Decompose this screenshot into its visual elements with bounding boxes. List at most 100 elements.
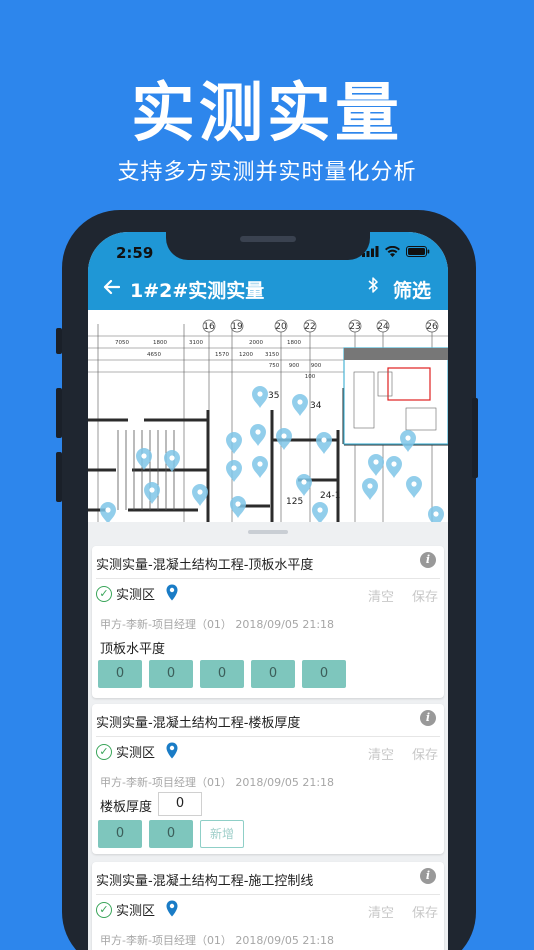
marker-dot xyxy=(433,511,439,517)
marker-dot xyxy=(105,507,111,513)
info-icon[interactable]: i xyxy=(420,552,436,568)
marker-dot xyxy=(373,459,379,465)
marker-dot xyxy=(255,429,261,435)
measure-card-3: 实测实量-混凝土结构工程-施工控制线 i ✓ 实测区 清空 保存 甲方-李新-项… xyxy=(92,862,444,950)
dimension-label: 900 xyxy=(289,363,300,369)
phone-volume-down-button xyxy=(56,452,62,502)
marker-dot xyxy=(149,487,155,493)
marker-dot xyxy=(297,399,303,405)
record-meta: 甲方-李新-项目经理（01） 2018/09/05 21:18 xyxy=(100,618,335,631)
phone-power-button xyxy=(472,398,478,478)
card-divider xyxy=(96,894,440,895)
card-divider xyxy=(96,736,440,737)
value-box[interactable]: 0 xyxy=(302,660,346,688)
dimension-label: 2000 xyxy=(249,340,263,346)
location-pin-icon xyxy=(166,584,178,601)
dimension-label: 750 xyxy=(269,363,280,369)
measure-card-1: 实测实量-混凝土结构工程-顶板水平度 i ✓ 实测区 清空 保存 甲方-李新-项… xyxy=(92,546,444,698)
axis-label: 23 xyxy=(349,322,360,332)
save-button[interactable]: 保存 xyxy=(412,586,438,605)
value-box[interactable]: 0 xyxy=(149,660,193,688)
measure-card-2: 实测实量-混凝土结构工程-楼板厚度 i ✓ 实测区 清空 保存 甲方-李新-项目… xyxy=(92,704,444,854)
dimension-label: 1800 xyxy=(153,340,167,346)
floor-plan-drawing: 16 19 20 22 23 24 26 7050 1800 3100 4650 1570 2000 1… xyxy=(88,310,448,522)
location-pin-button[interactable] xyxy=(166,742,178,763)
location-pin-icon xyxy=(166,742,178,759)
axis-label: 26 xyxy=(426,322,438,332)
zone-label: ✓ 实测区 xyxy=(96,584,155,603)
field-label: 顶板水平度 xyxy=(100,642,166,657)
value-box[interactable]: 0 xyxy=(149,820,193,848)
save-button[interactable]: 保存 xyxy=(412,902,438,921)
phone-speaker xyxy=(240,236,296,242)
marker-label: 35 xyxy=(268,391,279,401)
marker-dot xyxy=(367,483,373,489)
field-label: 楼板厚度 xyxy=(100,800,153,815)
clear-button[interactable]: 清空 xyxy=(368,586,394,605)
marker-label: 24-1 xyxy=(320,491,340,501)
hero-title: 实测实量 xyxy=(131,77,403,151)
dimension-label: 1200 xyxy=(239,352,253,358)
marker-label: 125 xyxy=(286,497,303,507)
marker-dot xyxy=(141,453,147,459)
record-meta: 甲方-李新-项目经理（01） 2018/09/05 21:18 xyxy=(100,934,335,947)
zone-label: ✓ 实测区 xyxy=(96,900,155,919)
filter-button[interactable]: 筛选 xyxy=(393,276,431,303)
record-meta: 甲方-李新-项目经理（01） 2018/09/05 21:18 xyxy=(100,776,335,789)
clear-button[interactable]: 清空 xyxy=(368,902,394,921)
check-circle-icon: ✓ xyxy=(96,743,112,760)
info-icon[interactable]: i xyxy=(420,710,436,726)
battery-icon xyxy=(406,246,430,257)
dimension-label: 4650 xyxy=(147,352,161,358)
card-divider xyxy=(96,578,440,579)
marker-dot xyxy=(169,455,175,461)
location-pin-button[interactable] xyxy=(166,584,178,605)
value-box[interactable]: 0 xyxy=(98,820,142,848)
app-bar: 1#2#实测实量 筛选 xyxy=(88,268,448,310)
marker-dot xyxy=(301,479,307,485)
marker-dot xyxy=(231,465,237,471)
marker-dot xyxy=(321,437,327,443)
card-title: 实测实量-混凝土结构工程-顶板水平度 xyxy=(96,558,314,573)
sheet-drag-handle[interactable] xyxy=(248,530,288,534)
zone-text: 实测区 xyxy=(116,746,156,761)
value-box[interactable]: 0 xyxy=(251,660,295,688)
back-button[interactable] xyxy=(102,276,121,300)
value-box[interactable]: 0 xyxy=(200,660,244,688)
bluetooth-icon xyxy=(368,277,378,293)
card-title: 实测实量-混凝土结构工程-施工控制线 xyxy=(96,874,314,889)
thickness-input[interactable]: 0 xyxy=(158,792,202,816)
page-title: 1#2#实测实量 xyxy=(130,280,265,302)
axis-label: 16 xyxy=(203,322,215,332)
card-title: 实测实量-混凝土结构工程-楼板厚度 xyxy=(96,716,301,731)
status-time: 2:59 xyxy=(116,244,154,262)
check-circle-icon: ✓ xyxy=(96,585,112,602)
axis-label: 20 xyxy=(275,322,287,332)
value-box[interactable]: 0 xyxy=(98,660,142,688)
marker-dot xyxy=(281,433,287,439)
dimension-label: 900 xyxy=(311,363,322,369)
save-button[interactable]: 保存 xyxy=(412,744,438,763)
clear-button[interactable]: 清空 xyxy=(368,744,394,763)
marker-dot xyxy=(257,461,263,467)
info-icon[interactable]: i xyxy=(420,868,436,884)
marker-dot xyxy=(197,489,203,495)
check-circle-icon: ✓ xyxy=(96,901,112,918)
phone-mute-button xyxy=(56,328,62,354)
location-pin-icon xyxy=(166,900,178,917)
add-button[interactable]: 新增 xyxy=(200,820,244,848)
hero-subtitle: 支持多方实测并实时量化分析 xyxy=(117,160,417,185)
axis-label: 22 xyxy=(304,322,315,332)
marker-dot xyxy=(391,461,397,467)
dimension-label: 1570 xyxy=(215,352,229,358)
phone-notch xyxy=(166,210,370,260)
dimension-label: 7050 xyxy=(115,340,129,346)
phone-screen: 2:59 1#2#实测实量 筛选 16 19 20 22 23 24 26 70… xyxy=(88,232,448,950)
floor-plan[interactable]: 16 19 20 22 23 24 26 7050 1800 3100 4650 1570 2000 1… xyxy=(88,310,448,522)
bluetooth-button[interactable] xyxy=(368,276,378,299)
location-pin-button[interactable] xyxy=(166,900,178,921)
marker-dot xyxy=(235,501,241,507)
phone-volume-up-button xyxy=(56,388,62,438)
dimension-label: 1800 xyxy=(287,340,301,346)
marker-dot xyxy=(317,507,323,513)
